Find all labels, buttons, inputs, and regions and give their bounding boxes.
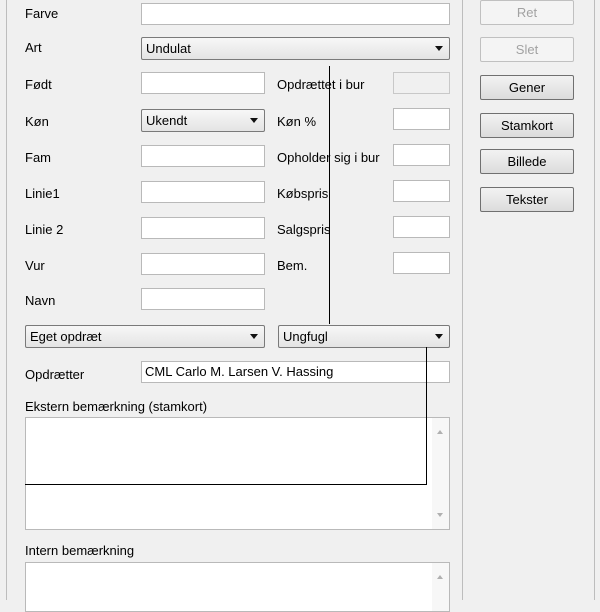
- ekstern-label: Ekstern bemærkning (stamkort): [25, 399, 208, 414]
- billede-button[interactable]: Billede: [480, 149, 574, 174]
- kon-pct-field[interactable]: [393, 108, 450, 130]
- art-label: Art: [25, 40, 42, 55]
- salgspris-label: Salgspris: [277, 222, 331, 237]
- chevron-down-icon: [435, 46, 443, 51]
- scroll-down-icon[interactable]: [437, 513, 443, 517]
- kon-dropdown[interactable]: Ukendt: [141, 109, 265, 132]
- fodt-field[interactable]: [141, 72, 265, 94]
- ekstern-textarea[interactable]: [25, 417, 450, 530]
- ekstern-scrollbar[interactable]: [432, 418, 449, 529]
- chevron-down-icon: [250, 334, 258, 339]
- annotation-line-horizontal: [25, 484, 427, 485]
- window-left-edge: [6, 0, 7, 600]
- opdraettet-i-bur-field: [393, 72, 450, 94]
- linie2-field[interactable]: [141, 217, 265, 239]
- kobspris-label: Købspris: [277, 186, 329, 201]
- gener-button[interactable]: Gener: [480, 75, 574, 100]
- fam-field[interactable]: [141, 145, 265, 167]
- opholder-sig-i-bur-field[interactable]: [393, 144, 450, 166]
- scroll-up-icon[interactable]: [437, 575, 443, 579]
- intern-scrollbar[interactable]: [432, 563, 449, 611]
- vur-label: Vur: [25, 258, 45, 273]
- opdraet-type-value: Eget opdræt: [30, 329, 102, 344]
- kon-pct-label: Køn %: [277, 114, 317, 129]
- bem-field[interactable]: [393, 252, 450, 274]
- kon-label: Køn: [25, 114, 49, 129]
- linie2-label: Linie 2: [25, 222, 64, 237]
- opdraettet-i-bur-label: Opdrættet i bur: [277, 77, 365, 92]
- opdraetter-label: Opdrætter: [25, 367, 85, 382]
- farve-field[interactable]: [141, 3, 450, 25]
- bem-label: Bem.: [277, 258, 308, 273]
- fodt-label: Født: [25, 77, 52, 92]
- linie1-label: Linie1: [25, 186, 60, 201]
- kon-dropdown-value: Ukendt: [146, 113, 188, 128]
- vur-field[interactable]: [141, 253, 265, 275]
- linie1-field[interactable]: [141, 181, 265, 203]
- fam-label: Fam: [25, 150, 51, 165]
- farve-label: Farve: [25, 6, 59, 21]
- navn-label: Navn: [25, 293, 56, 308]
- stamkort-button[interactable]: Stamkort: [480, 113, 574, 138]
- opdraet-type-dropdown[interactable]: Eget opdræt: [25, 325, 265, 348]
- slet-button[interactable]: Slet: [480, 37, 574, 62]
- art-dropdown-value: Undulat: [146, 41, 191, 56]
- annotation-line-vertical-1: [329, 66, 330, 324]
- tekster-button[interactable]: Tekster: [480, 187, 574, 212]
- salgspris-field[interactable]: [393, 216, 450, 238]
- window-right-edge: [594, 0, 595, 600]
- kobspris-field[interactable]: [393, 180, 450, 202]
- annotation-line-vertical-2: [426, 347, 427, 485]
- chevron-down-icon: [435, 334, 443, 339]
- chevron-down-icon: [250, 118, 258, 123]
- alder-type-value: Ungfugl: [283, 329, 328, 344]
- art-dropdown[interactable]: Undulat: [141, 37, 450, 60]
- panel-divider: [462, 0, 463, 600]
- scroll-up-icon[interactable]: [437, 430, 443, 434]
- alder-type-dropdown[interactable]: Ungfugl: [278, 325, 450, 348]
- ret-button[interactable]: Ret: [480, 0, 574, 25]
- intern-label: Intern bemærkning: [25, 543, 135, 558]
- navn-field[interactable]: [141, 288, 265, 310]
- opdraetter-field[interactable]: CML Carlo M. Larsen V. Hassing: [141, 361, 450, 383]
- intern-textarea[interactable]: [25, 562, 450, 612]
